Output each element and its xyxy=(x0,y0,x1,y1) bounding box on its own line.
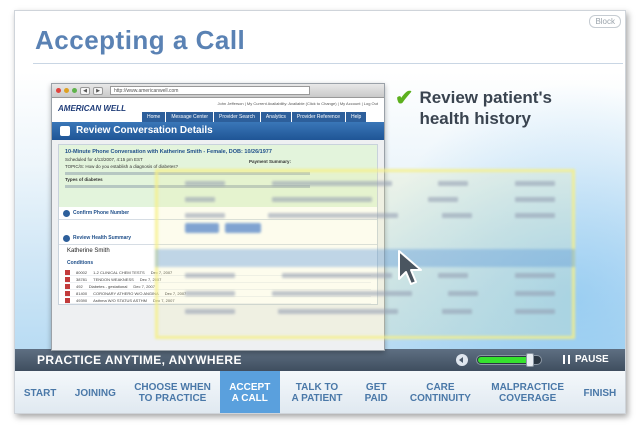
speaker-icon[interactable] xyxy=(456,354,468,366)
condition-icon xyxy=(65,284,70,289)
condition-desc: TENDON WEAKNESS xyxy=(93,277,134,282)
overlay-row xyxy=(185,309,555,317)
chapter-tabs: START JOINING CHOOSE WHEN TO PRACTICE AC… xyxy=(15,371,625,413)
tab-start[interactable]: START xyxy=(15,371,65,413)
summary-heading: 10-Minute Phone Conversation with Kather… xyxy=(65,149,272,155)
tab-get-paid[interactable]: GET PAID xyxy=(354,371,398,413)
tab-care-continuity[interactable]: CARE CONTINUITY xyxy=(398,371,482,413)
tab-accept-a-call[interactable]: ACCEPT A CALL xyxy=(219,371,280,413)
condition-icon xyxy=(65,291,70,296)
zoom-dot-icon xyxy=(72,88,77,93)
overlay-row xyxy=(185,273,555,281)
site-nav-item: Analytics xyxy=(260,112,291,122)
condition-icon xyxy=(65,277,70,282)
page-heading: Review Conversation Details xyxy=(52,122,384,140)
site-nav-item: Provider Search xyxy=(214,112,260,122)
condition-code: 492 xyxy=(76,284,83,289)
site-header: AMERICAN WELL John Jefferson | My Curren… xyxy=(52,98,384,122)
overlay-row xyxy=(185,291,555,299)
condition-date: Dec 7, 2007 xyxy=(133,284,155,289)
tab-talk-to-a-patient[interactable]: TALK TO A PATIENT xyxy=(280,371,354,413)
site-nav-item: Message Center xyxy=(166,112,214,122)
overlay-row xyxy=(185,181,555,189)
checkmark-icon: ✔ xyxy=(395,85,414,110)
condition-icon xyxy=(65,298,70,303)
condition-icon xyxy=(65,270,70,275)
overlay-row xyxy=(185,213,555,221)
volume-knob[interactable] xyxy=(525,353,534,367)
condition-desc: Asthma W/O STATUS ASTHM xyxy=(93,298,147,303)
condition-desc: CORONARY ATHERO W/O ANGINA xyxy=(93,291,159,296)
condition-code: 49390 xyxy=(76,298,88,303)
pause-icon xyxy=(563,355,570,364)
site-nav: Home Message Center Provider Search Anal… xyxy=(142,112,367,122)
condition-desc: Diabetes - gestational xyxy=(88,284,128,289)
zoomed-health-history-overlay xyxy=(155,169,575,339)
volume-slider[interactable] xyxy=(476,353,542,367)
minimize-dot-icon xyxy=(64,88,69,93)
american-well-logo: AMERICAN WELL xyxy=(58,104,126,113)
overlay-button-shape xyxy=(225,223,261,233)
review-callout: ✔ Review patient's health history xyxy=(395,87,569,129)
site-nav-item: Provider Reference xyxy=(291,112,345,122)
site-nav-item: Home xyxy=(142,112,166,122)
forward-icon: ▶ xyxy=(93,86,103,95)
slide-title: Accepting a Call xyxy=(35,25,246,55)
condition-desc: 1-2 CLINICAL CHEM TESTS xyxy=(93,270,145,275)
browser-toolbar: ◀ ▶ http://www.americanwell.com xyxy=(52,84,384,98)
tab-finish[interactable]: FINISH xyxy=(573,371,625,413)
back-icon: ◀ xyxy=(80,86,90,95)
title-divider xyxy=(33,63,623,64)
tab-malpractice-coverage[interactable]: MALPRACTICE COVERAGE xyxy=(483,371,573,413)
pause-label: PAUSE xyxy=(575,354,609,365)
slide-stage: Block Accepting a Call ✔ Review patient'… xyxy=(15,11,625,351)
pause-button[interactable]: PAUSE xyxy=(563,354,609,365)
condition-code: 38781 xyxy=(76,277,88,282)
player-control-bar: PRACTICE ANYTIME, ANYWHERE PAUSE xyxy=(15,349,625,371)
site-nav-item: Help xyxy=(345,112,367,122)
control-bar-title: PRACTICE ANYTIME, ANYWHERE xyxy=(37,353,242,367)
overlay-row xyxy=(185,197,555,205)
tab-choose-when-to-practice[interactable]: CHOOSE WHEN TO PRACTICE xyxy=(125,371,219,413)
overlay-button-shape xyxy=(185,223,219,233)
tab-joining[interactable]: JOINING xyxy=(65,371,125,413)
review-callout-text: Review patient's health history xyxy=(419,88,552,128)
condition-code: 81400 xyxy=(76,291,88,296)
volume-fill xyxy=(478,357,531,363)
block-tag: Block xyxy=(589,15,621,28)
scheduled-text: Scheduled for 4/13/2007, 4:15 pm EST xyxy=(65,157,143,162)
tutorial-frame: Block Accepting a Call ✔ Review patient'… xyxy=(14,10,626,414)
payment-summary-label: Payment Summary: xyxy=(249,159,292,164)
overlay-band xyxy=(155,249,575,267)
account-links: John Jefferson | My Current Availability… xyxy=(217,101,378,106)
url-field: http://www.americanwell.com xyxy=(110,86,310,95)
close-dot-icon xyxy=(56,88,61,93)
condition-code: 80002 xyxy=(76,270,88,275)
mouse-pointer-icon xyxy=(398,250,422,285)
